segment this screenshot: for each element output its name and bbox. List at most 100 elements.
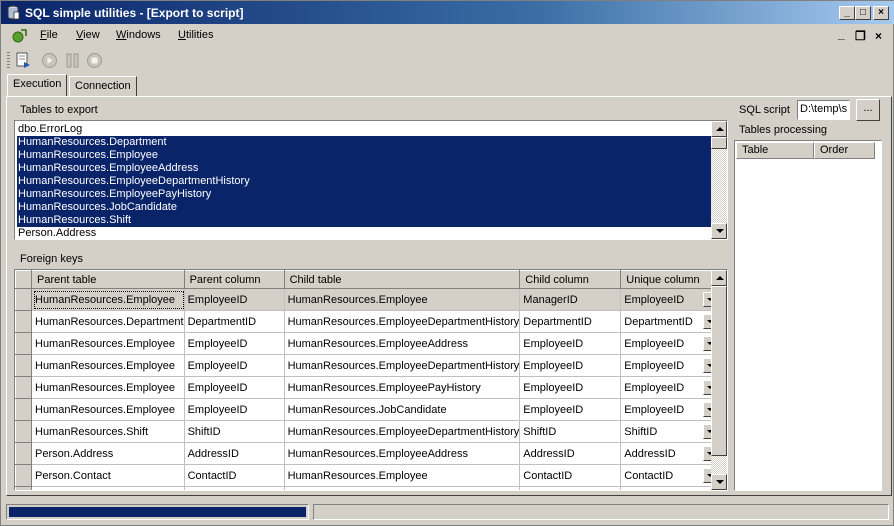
child-column-cell[interactable]: ContactID (519, 464, 622, 487)
tables-to-export-list[interactable]: dbo.ErrorLog HumanResources.Department H… (14, 120, 728, 240)
child-column-cell[interactable]: EmployeeID (519, 398, 622, 421)
parent-column-cell[interactable]: EmployeeID (184, 288, 285, 311)
row-header[interactable] (15, 376, 32, 399)
unique-column-combo[interactable]: AddressID (620, 442, 722, 465)
child-table-cell[interactable]: HumanResources.Employee (284, 464, 521, 487)
parent-column-cell[interactable]: DepartmentID (184, 310, 285, 333)
menu-utilities[interactable]: Utilities (178, 29, 213, 41)
menu-view[interactable]: View (76, 29, 100, 41)
table-row[interactable]: HumanResources.Department DepartmentID H… (15, 310, 722, 333)
parent-table-cell[interactable]: HumanResources.Employee (31, 354, 185, 377)
close-button[interactable]: × (873, 6, 889, 20)
parent-column-cell[interactable]: AddressID (184, 442, 285, 465)
parent-column-cell[interactable]: ContactID (184, 464, 285, 487)
child-column-cell[interactable] (519, 486, 622, 490)
scroll-down-button[interactable] (711, 474, 727, 490)
list-item[interactable]: Person.Address (17, 227, 711, 239)
table-row[interactable]: HumanResources.Employee EmployeeID Human… (15, 376, 722, 399)
pause-icon[interactable] (64, 52, 81, 69)
menu-file[interactable]: File (40, 29, 58, 41)
table-row[interactable]: HumanResources.Employee EmployeeID Human… (15, 354, 722, 377)
mdi-minimize-button[interactable]: _ (838, 27, 845, 41)
tab-execution[interactable]: Execution (7, 74, 68, 96)
unique-column-combo[interactable]: EmployeeID (620, 354, 722, 377)
unique-column-combo[interactable]: ShiftID (620, 420, 722, 443)
unique-column-combo[interactable]: DepartmentID (620, 310, 722, 333)
child-column-cell[interactable]: AddressID (519, 442, 622, 465)
tables-list-scrollbar[interactable] (711, 121, 727, 239)
parent-table-cell[interactable]: HumanResources.Employee (31, 398, 185, 421)
parent-table-cell[interactable] (31, 486, 185, 490)
table-row[interactable]: HumanResources.Shift ShiftID HumanResour… (15, 420, 722, 443)
child-column-cell[interactable]: EmployeeID (519, 354, 622, 377)
fk-grid-scrollbar[interactable] (711, 270, 727, 490)
table-row[interactable]: HumanResources.Employee EmployeeID Human… (15, 288, 722, 311)
unique-column-combo[interactable]: ContactID (620, 464, 722, 487)
list-item[interactable]: HumanResources.JobCandidate (17, 201, 711, 214)
run-icon[interactable] (41, 52, 58, 69)
mdi-close-button[interactable]: × (875, 29, 882, 43)
row-header[interactable] (15, 310, 32, 333)
list-item[interactable]: HumanResources.Employee (17, 149, 711, 162)
maximize-button[interactable]: □ (855, 6, 871, 20)
row-header[interactable] (15, 288, 32, 311)
parent-table-cell[interactable]: HumanResources.Employee (31, 332, 185, 355)
scroll-down-button[interactable] (711, 223, 727, 239)
list-item[interactable]: HumanResources.EmployeeDepartmentHistory (17, 175, 711, 188)
child-table-cell[interactable]: HumanResources.Employee (284, 288, 521, 311)
parent-column-cell[interactable]: EmployeeID (184, 354, 285, 377)
child-column-cell[interactable]: EmployeeID (519, 332, 622, 355)
unique-column-combo[interactable]: EmployeeID (620, 398, 722, 421)
table-row[interactable]: Person.Address AddressID HumanResources.… (15, 442, 722, 465)
row-header[interactable] (15, 420, 32, 443)
title-bar[interactable]: SQL simple utilities - [Export to script… (1, 1, 894, 24)
list-item[interactable]: HumanResources.Department (17, 136, 711, 149)
scroll-up-button[interactable] (711, 270, 727, 286)
row-header[interactable] (15, 442, 32, 465)
list-item[interactable]: HumanResources.EmployeePayHistory (17, 188, 711, 201)
child-column-cell[interactable]: ShiftID (519, 420, 622, 443)
scroll-up-button[interactable] (711, 121, 727, 137)
list-item[interactable]: dbo.ErrorLog (17, 123, 711, 136)
tables-processing-list[interactable]: Table Order (734, 140, 882, 491)
unique-column-combo[interactable]: EmployeeID (620, 288, 722, 311)
child-column-cell[interactable]: ManagerID (519, 288, 622, 311)
sql-script-path-field[interactable]: D:\temp\s (797, 100, 850, 120)
child-table-cell[interactable] (284, 486, 521, 490)
unique-column-combo[interactable] (620, 486, 722, 490)
list-item[interactable]: HumanResources.Shift (17, 214, 711, 227)
parent-table-cell[interactable]: HumanResources.Department (31, 310, 185, 333)
row-header[interactable] (15, 354, 32, 377)
parent-table-cell[interactable]: Person.Address (31, 442, 185, 465)
row-header[interactable] (15, 464, 32, 487)
child-table-cell[interactable]: HumanResources.JobCandidate (284, 398, 521, 421)
child-table-cell[interactable]: HumanResources.EmployeeAddress (284, 332, 521, 355)
table-row[interactable]: HumanResources.Employee EmployeeID Human… (15, 398, 722, 421)
parent-table-cell[interactable]: HumanResources.Employee (31, 376, 185, 399)
browse-button[interactable]: ... (856, 99, 880, 121)
column-header-unique-column[interactable]: Unique column (620, 270, 722, 289)
column-header-parent-column[interactable]: Parent column (183, 270, 285, 289)
column-header-child-column[interactable]: Child column (519, 270, 622, 289)
column-header-child-table[interactable]: Child table (283, 270, 521, 289)
list-item[interactable]: HumanResources.EmployeeAddress (17, 162, 711, 175)
row-header[interactable] (15, 332, 32, 355)
table-row[interactable] (15, 486, 722, 490)
parent-column-cell[interactable]: EmployeeID (184, 398, 285, 421)
scroll-thumb[interactable] (711, 137, 727, 149)
unique-column-combo[interactable]: EmployeeID (620, 376, 722, 399)
column-header-parent-table[interactable]: Parent table (31, 270, 185, 289)
mdi-document-icon[interactable] (12, 28, 28, 44)
child-table-cell[interactable]: HumanResources.EmployeeDepartmentHistory (284, 310, 521, 333)
table-row[interactable]: HumanResources.Employee EmployeeID Human… (15, 332, 722, 355)
child-table-cell[interactable]: HumanResources.EmployeeDepartmentHistory (284, 354, 521, 377)
row-header[interactable] (15, 398, 32, 421)
column-header-order[interactable]: Order (814, 142, 875, 159)
minimize-button[interactable]: _ (839, 6, 855, 20)
child-column-cell[interactable]: DepartmentID (519, 310, 622, 333)
child-table-cell[interactable]: HumanResources.EmployeePayHistory (284, 376, 521, 399)
parent-table-cell[interactable]: Person.Contact (31, 464, 185, 487)
column-header-table[interactable]: Table (736, 142, 814, 159)
foreign-keys-grid[interactable]: Parent table Parent column Child table C… (14, 269, 728, 491)
scroll-thumb[interactable] (711, 286, 727, 456)
